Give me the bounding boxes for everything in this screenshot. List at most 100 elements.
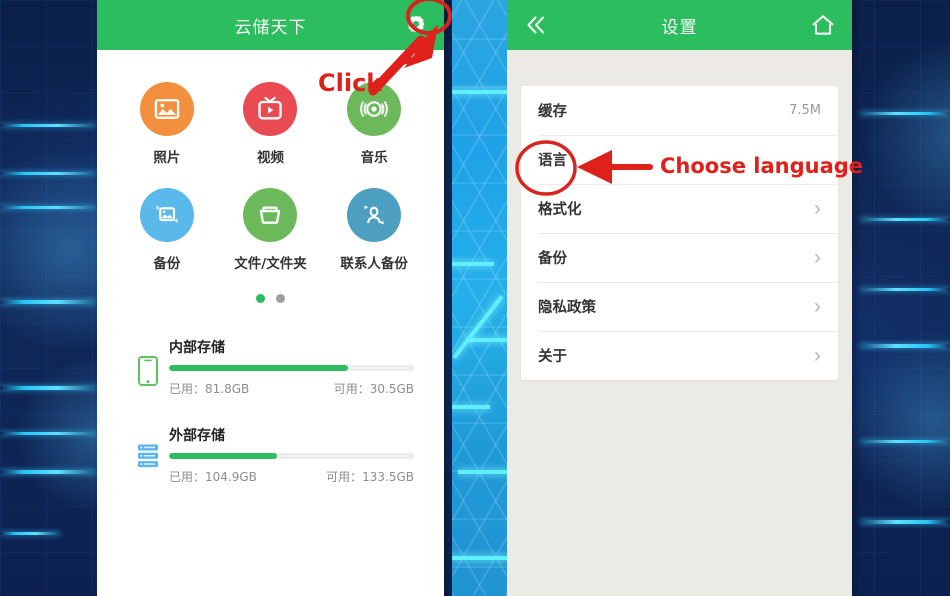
background-accent-line [860,440,950,443]
background-accent-line [0,386,96,390]
background-accent-line [452,90,507,94]
shortcut-files[interactable]: 文件/文件夹 [219,178,323,272]
settings-row-label: 隐私政策 [538,300,596,316]
background-hex-strip [452,0,507,596]
background-accent-line [0,432,96,435]
shortcut-label: 备份 [153,256,181,272]
contacts-backup-icon[interactable] [347,188,402,242]
background-accent-line [452,405,490,409]
settings-row-privacy-policy[interactable]: 隐私政策 › [521,282,838,331]
storage-progress-fill [169,365,348,371]
background-accent-line [0,124,96,127]
background-accent-line [452,556,507,560]
folder-icon-glyph [260,206,281,224]
storage-row-internal: 内部存储 已用：81.8GB 可用：30.5GB [127,337,414,397]
settings-card: 缓存 7.5M 语言 格式化 › 备份 › 隐私政策 › 关于 › [521,86,838,380]
settings-row-label: 关于 [538,349,567,365]
settings-row-label: 缓存 [538,104,567,120]
phone-icon-glyph [138,356,158,386]
storage-free-label: 可用：30.5GB [333,382,414,396]
left-appbar: 云储天下 [97,0,444,50]
contacts-backup-icon-glyph [364,205,384,225]
background-accent-line [466,338,507,342]
background-accent-line [860,112,950,115]
pager-dots [97,294,444,303]
home-icon[interactable] [810,12,836,38]
settings-row-about[interactable]: 关于 › [521,331,838,380]
background-accent-line [0,532,60,535]
storage-section: 内部存储 已用：81.8GB 可用：30.5GB 外部存储 已用：104.9GB… [97,303,444,485]
settings-row-language[interactable]: 语言 [521,135,838,184]
panel-seam [852,0,861,596]
shortcut-videos[interactable]: 视频 [219,72,323,166]
chevron-right-icon: › [814,197,821,220]
right-phone-screen: 设置 缓存 7.5M 语言 格式化 › 备份 › 隐私政策 › 关于 › [507,0,852,596]
shortcut-label: 照片 [153,150,181,166]
background-accent-line [458,470,507,474]
background-accent-line [0,172,96,175]
settings-row-value: 7.5M [789,103,821,118]
shortcut-photos[interactable]: 照片 [115,72,219,166]
storage-row-external: 外部存储 已用：104.9GB 可用：133.5GB [127,425,414,485]
settings-list: 缓存 7.5M 语言 格式化 › 备份 › 隐私政策 › 关于 › [507,50,852,380]
settings-row-label: 格式化 [538,202,582,218]
video-tv-icon[interactable] [243,82,298,136]
back-button[interactable] [523,12,549,38]
shortcut-label: 视频 [256,150,284,166]
left-phone-screen: 云储天下 照片 视频 音乐 备份 文件/文件夹 联系人备份 内部存储 已用：81… [97,0,444,596]
settings-row-format[interactable]: 格式化 › [521,184,838,233]
background-accent-line [0,470,96,474]
pager-dot-2[interactable] [276,294,285,303]
background-accent-line [860,344,950,348]
folder-icon[interactable] [243,188,298,242]
settings-button[interactable] [404,13,428,37]
shortcut-label: 联系人备份 [340,256,408,272]
settings-appbar: 设置 [507,0,852,50]
background-accent-line [860,520,950,524]
background-accent-line [0,206,96,209]
storage-title: 内部存储 [169,340,225,356]
backup-photo-icon-glyph [156,205,178,223]
storage-progress-bar [169,453,414,459]
storage-title: 外部存储 [169,428,225,444]
background-accent-line [860,218,950,221]
app-title: 云储天下 [234,17,307,38]
chevron-right-icon: › [814,295,821,318]
storage-free-label: 可用：133.5GB [326,470,414,484]
background-accent-line [452,262,494,266]
storage-used-label: 已用：81.8GB [169,382,250,396]
shortcut-contacts-backup[interactable]: 联系人备份 [322,178,426,272]
backup-photo-icon[interactable] [139,188,194,242]
storage-progress-fill [169,453,277,459]
chevron-right-icon: › [814,344,821,367]
pager-dot-1[interactable] [256,294,265,303]
phone-icon [127,337,169,387]
settings-row-backup[interactable]: 备份 › [521,233,838,282]
settings-row-label: 语言 [538,153,567,169]
music-disc-icon-glyph [360,101,388,117]
background-accent-line [452,295,504,359]
double-chevron-left-icon[interactable] [523,12,549,38]
settings-row-label: 备份 [538,251,567,267]
settings-row-cache[interactable]: 缓存 7.5M [521,86,838,135]
shortcut-music[interactable]: 音乐 [322,72,426,166]
storage-used-label: 已用：104.9GB [169,470,257,484]
gear-icon[interactable] [404,13,428,37]
background-accent-line [0,300,96,304]
shortcut-label: 音乐 [360,150,388,166]
server-icon-glyph [138,444,158,468]
server-icon [127,425,169,469]
storage-progress-bar [169,365,414,371]
chevron-right-icon: › [814,246,821,269]
settings-title: 设置 [661,17,698,38]
panel-seam [444,0,453,596]
shortcut-grid: 照片 视频 音乐 备份 文件/文件夹 联系人备份 [97,50,444,272]
background-accent-line [860,288,950,291]
photo-icon[interactable] [139,82,194,136]
home-button[interactable] [810,12,836,38]
video-tv-icon-glyph [258,96,283,120]
shortcut-backup[interactable]: 备份 [115,178,219,272]
photo-icon-glyph [154,99,180,119]
shortcut-label: 文件/文件夹 [234,256,307,272]
music-disc-icon[interactable] [347,82,402,136]
